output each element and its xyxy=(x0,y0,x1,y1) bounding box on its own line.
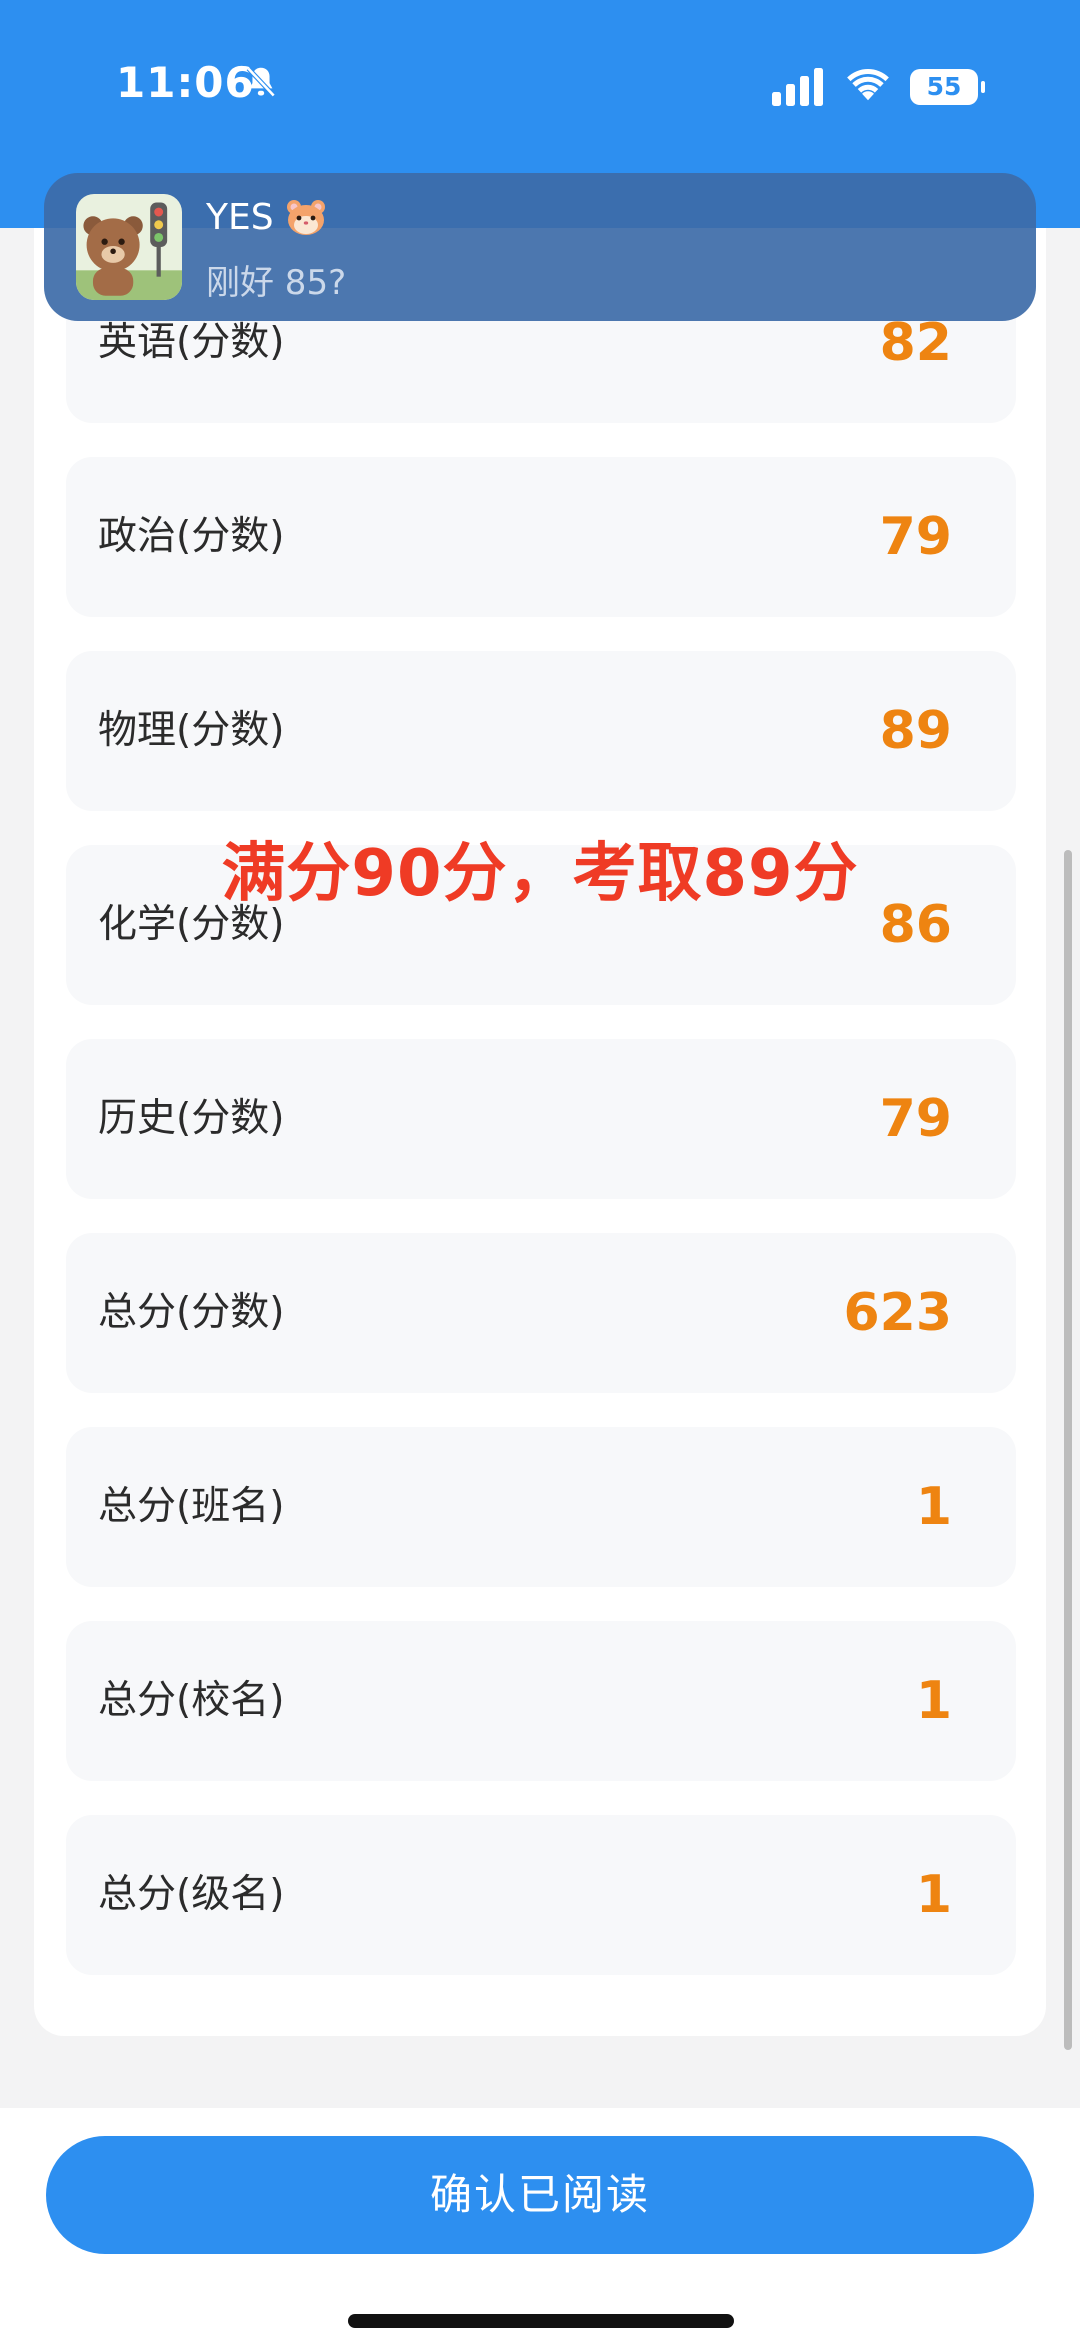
score-row: 物理(分数) 89 xyxy=(66,651,1016,811)
home-indicator xyxy=(348,2314,734,2328)
muted-bell-icon xyxy=(246,66,276,98)
score-value: 89 xyxy=(879,701,952,761)
score-label: 总分(级名) xyxy=(98,1872,285,1917)
score-value: 79 xyxy=(879,1089,952,1149)
cellular-signal-icon xyxy=(772,68,823,106)
notification-title: YES xyxy=(206,197,328,238)
score-label: 总分(分数) xyxy=(98,1290,285,1335)
battery-indicator: 55 xyxy=(910,69,985,105)
wifi-icon xyxy=(847,69,889,101)
score-label: 总分(班名) xyxy=(98,1484,285,1529)
status-time: 11:06 xyxy=(116,58,255,107)
score-label: 总分(校名) xyxy=(98,1678,285,1723)
score-row: 历史(分数) 79 xyxy=(66,1039,1016,1199)
score-row: 总分(级名) 1 xyxy=(66,1815,1016,1975)
score-row: 政治(分数) 79 xyxy=(66,457,1016,617)
score-value: 1 xyxy=(915,1865,952,1925)
score-row: 总分(校名) 1 xyxy=(66,1621,1016,1781)
notification-banner[interactable]: YES 刚好 85? xyxy=(44,173,1036,321)
score-value: 623 xyxy=(843,1283,952,1343)
score-label: 历史(分数) xyxy=(98,1096,285,1141)
scrollbar[interactable] xyxy=(1064,850,1072,2050)
confirm-read-button[interactable]: 确认已阅读 xyxy=(46,2136,1034,2254)
score-value: 79 xyxy=(879,507,952,567)
status-bar: 11:06 55 xyxy=(0,0,1080,170)
score-value: 1 xyxy=(915,1671,952,1731)
hamster-face-icon xyxy=(286,200,325,235)
score-value: 1 xyxy=(915,1477,952,1537)
score-label: 政治(分数) xyxy=(98,514,285,559)
score-row: 总分(班名) 1 xyxy=(66,1427,1016,1587)
score-row: 总分(分数) 623 xyxy=(66,1233,1016,1393)
notification-message: 刚好 85? xyxy=(206,263,347,303)
notification-sender: YES xyxy=(206,197,274,238)
bear-avatar xyxy=(76,194,182,300)
overlay-annotation: 满分90分，考取89分 xyxy=(221,837,859,911)
score-label: 物理(分数) xyxy=(98,708,285,753)
